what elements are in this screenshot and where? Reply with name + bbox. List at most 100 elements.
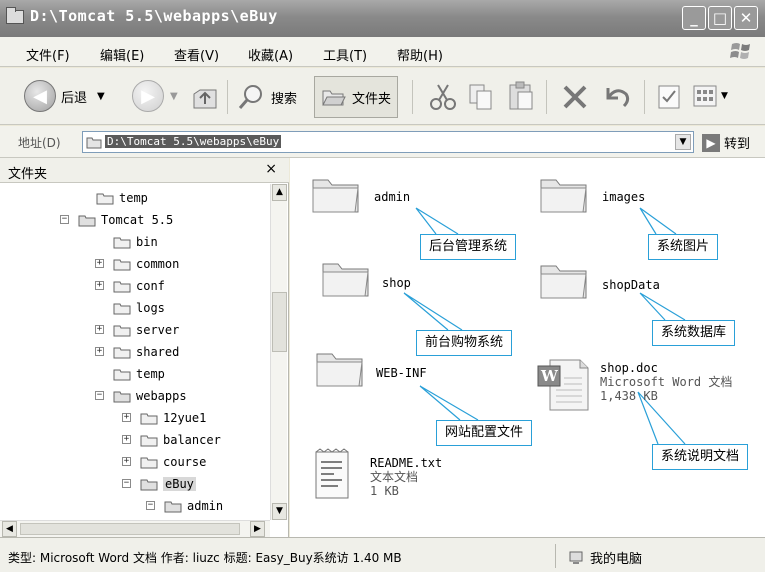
copy-icon[interactable]	[466, 82, 496, 112]
collapse-icon[interactable]: −	[60, 215, 69, 224]
folder-icon[interactable]	[320, 256, 372, 300]
delete-icon[interactable]	[560, 82, 590, 112]
folder-icon	[140, 413, 158, 424]
folder-icon[interactable]	[310, 172, 362, 216]
menu-tools[interactable]: 工具(T)	[323, 45, 367, 64]
collapse-icon[interactable]: −	[95, 391, 104, 400]
scroll-left-icon[interactable]: ◀	[2, 521, 17, 537]
expand-icon[interactable]: +	[95, 347, 104, 356]
tree-item-label: temp	[119, 191, 148, 205]
tree-item-label: Tomcat 5.5	[101, 213, 174, 227]
menu-favorites[interactable]: 收藏(A)	[248, 45, 293, 64]
scroll-thumb-horizontal[interactable]	[20, 523, 240, 535]
tree-item-logs[interactable]: logs	[113, 298, 165, 318]
tree-item-temp[interactable]: temp	[113, 364, 165, 384]
tree-item-course[interactable]: + course	[122, 452, 206, 472]
folder-shop-name[interactable]: shop	[382, 276, 411, 290]
menu-bar: 文件(F) 编辑(E) 查看(V) 收藏(A) 工具(T) 帮助(H)	[0, 37, 765, 67]
word-document-icon[interactable]: W	[536, 356, 590, 412]
expand-icon[interactable]: +	[95, 259, 104, 268]
tree-item-label: balancer	[163, 433, 221, 447]
menu-view[interactable]: 查看(V)	[174, 45, 219, 64]
menu-file[interactable]: 文件(F)	[26, 45, 70, 64]
tree-item-ebuy[interactable]: − eBuy	[122, 474, 196, 494]
folders-label: 文件夹	[352, 91, 392, 107]
folder-icon	[113, 391, 131, 402]
menu-edit[interactable]: 编辑(E)	[100, 45, 144, 64]
scroll-down-icon[interactable]: ▼	[272, 503, 287, 520]
folder-webinf-name[interactable]: WEB-INF	[376, 366, 427, 380]
file-shopdoc-name[interactable]: shop.doc	[600, 361, 658, 375]
tree-item-conf[interactable]: + conf	[95, 276, 165, 296]
tree-item-temp[interactable]: temp	[96, 188, 148, 208]
folders-icon	[322, 90, 346, 106]
folder-icon	[140, 479, 158, 490]
status-location-label: 我的电脑	[590, 552, 643, 567]
folder-icon[interactable]	[314, 346, 366, 390]
expand-icon[interactable]: +	[122, 457, 131, 466]
views-button[interactable]: ▼	[692, 84, 728, 108]
scroll-right-icon[interactable]: ▶	[250, 521, 265, 537]
tree-item-common[interactable]: + common	[95, 254, 179, 274]
forward-button[interactable]: ▶ ▼	[132, 80, 178, 112]
folder-shopdata-name[interactable]: shopData	[602, 278, 660, 292]
address-input[interactable]: D:\Tomcat 5.5\webapps\eBuy ▼	[82, 131, 694, 153]
callout-shop: 前台购物系统	[416, 330, 513, 356]
back-button[interactable]: ◀ 后退 ▼	[24, 80, 105, 112]
expand-icon[interactable]: +	[122, 413, 131, 422]
forward-arrow-icon: ▶	[132, 80, 164, 112]
folder-icon	[113, 237, 131, 248]
cut-icon[interactable]	[428, 82, 458, 112]
vertical-scrollbar[interactable]: ▲ ▼	[270, 184, 287, 520]
folders-button[interactable]: 文件夹	[314, 76, 399, 118]
folder-icon[interactable]	[538, 258, 590, 302]
go-button[interactable]: ▶ 转到	[702, 133, 750, 152]
horizontal-scrollbar[interactable]: ◀ ▶	[0, 520, 270, 537]
expand-icon[interactable]: +	[95, 325, 104, 334]
folder-icon	[86, 137, 102, 149]
folder-images-name[interactable]: images	[602, 190, 645, 204]
close-button[interactable]: ✕	[734, 6, 758, 30]
folder-icon[interactable]	[538, 172, 590, 216]
expand-icon[interactable]: +	[95, 281, 104, 290]
forward-dropdown-icon[interactable]: ▼	[170, 91, 178, 102]
close-icon[interactable]: ×	[265, 161, 277, 177]
views-icon	[693, 85, 717, 107]
tree-item-shared[interactable]: + shared	[95, 342, 180, 362]
minimize-button[interactable]: _	[682, 6, 706, 30]
tree-item-bin[interactable]: bin	[113, 232, 158, 252]
address-dropdown-icon[interactable]: ▼	[675, 134, 691, 150]
tree-item-server[interactable]: + server	[95, 320, 180, 340]
expand-icon[interactable]: +	[122, 435, 131, 444]
tree-item-balancer[interactable]: + balancer	[122, 430, 221, 450]
properties-icon[interactable]	[656, 83, 682, 111]
tree-item-12yue1[interactable]: +12yue1	[122, 408, 206, 428]
tree-item-label: server	[136, 323, 180, 337]
tree-item-label: logs	[136, 301, 165, 315]
folder-pane-header: 文件夹 ×	[0, 158, 289, 183]
text-file-icon[interactable]	[312, 448, 354, 502]
maximize-button[interactable]: □	[708, 6, 732, 30]
address-value: D:\Tomcat 5.5\webapps\eBuy	[105, 135, 282, 148]
search-button[interactable]: 搜索	[236, 82, 297, 112]
tree-item-admin[interactable]: − admin	[146, 496, 224, 516]
search-icon	[238, 85, 262, 109]
collapse-icon[interactable]: −	[146, 501, 155, 510]
tree-item-webapps[interactable]: − webapps	[95, 386, 187, 406]
folder-admin-name[interactable]: admin	[374, 190, 410, 204]
tree-item-label: shared	[136, 345, 180, 359]
views-dropdown-icon: ▼	[721, 91, 728, 101]
paste-icon[interactable]	[506, 80, 536, 112]
explorer-window: D:\Tomcat 5.5\webapps\eBuy _ □ ✕ 文件(F) 编…	[0, 0, 765, 572]
tree-item-label: admin	[187, 499, 224, 513]
menu-help[interactable]: 帮助(H)	[397, 45, 443, 64]
scroll-thumb[interactable]	[272, 292, 287, 352]
file-readme-name[interactable]: README.txt	[370, 456, 442, 470]
undo-icon[interactable]	[600, 82, 632, 112]
up-folder-icon[interactable]	[190, 82, 220, 112]
scroll-up-icon[interactable]: ▲	[272, 184, 287, 201]
tree-item-tomcat-5-5[interactable]: − Tomcat 5.5	[60, 210, 174, 230]
title-bar[interactable]: D:\Tomcat 5.5\webapps\eBuy _ □ ✕	[0, 0, 765, 37]
back-dropdown-icon[interactable]: ▼	[97, 91, 105, 102]
collapse-icon[interactable]: −	[122, 479, 131, 488]
